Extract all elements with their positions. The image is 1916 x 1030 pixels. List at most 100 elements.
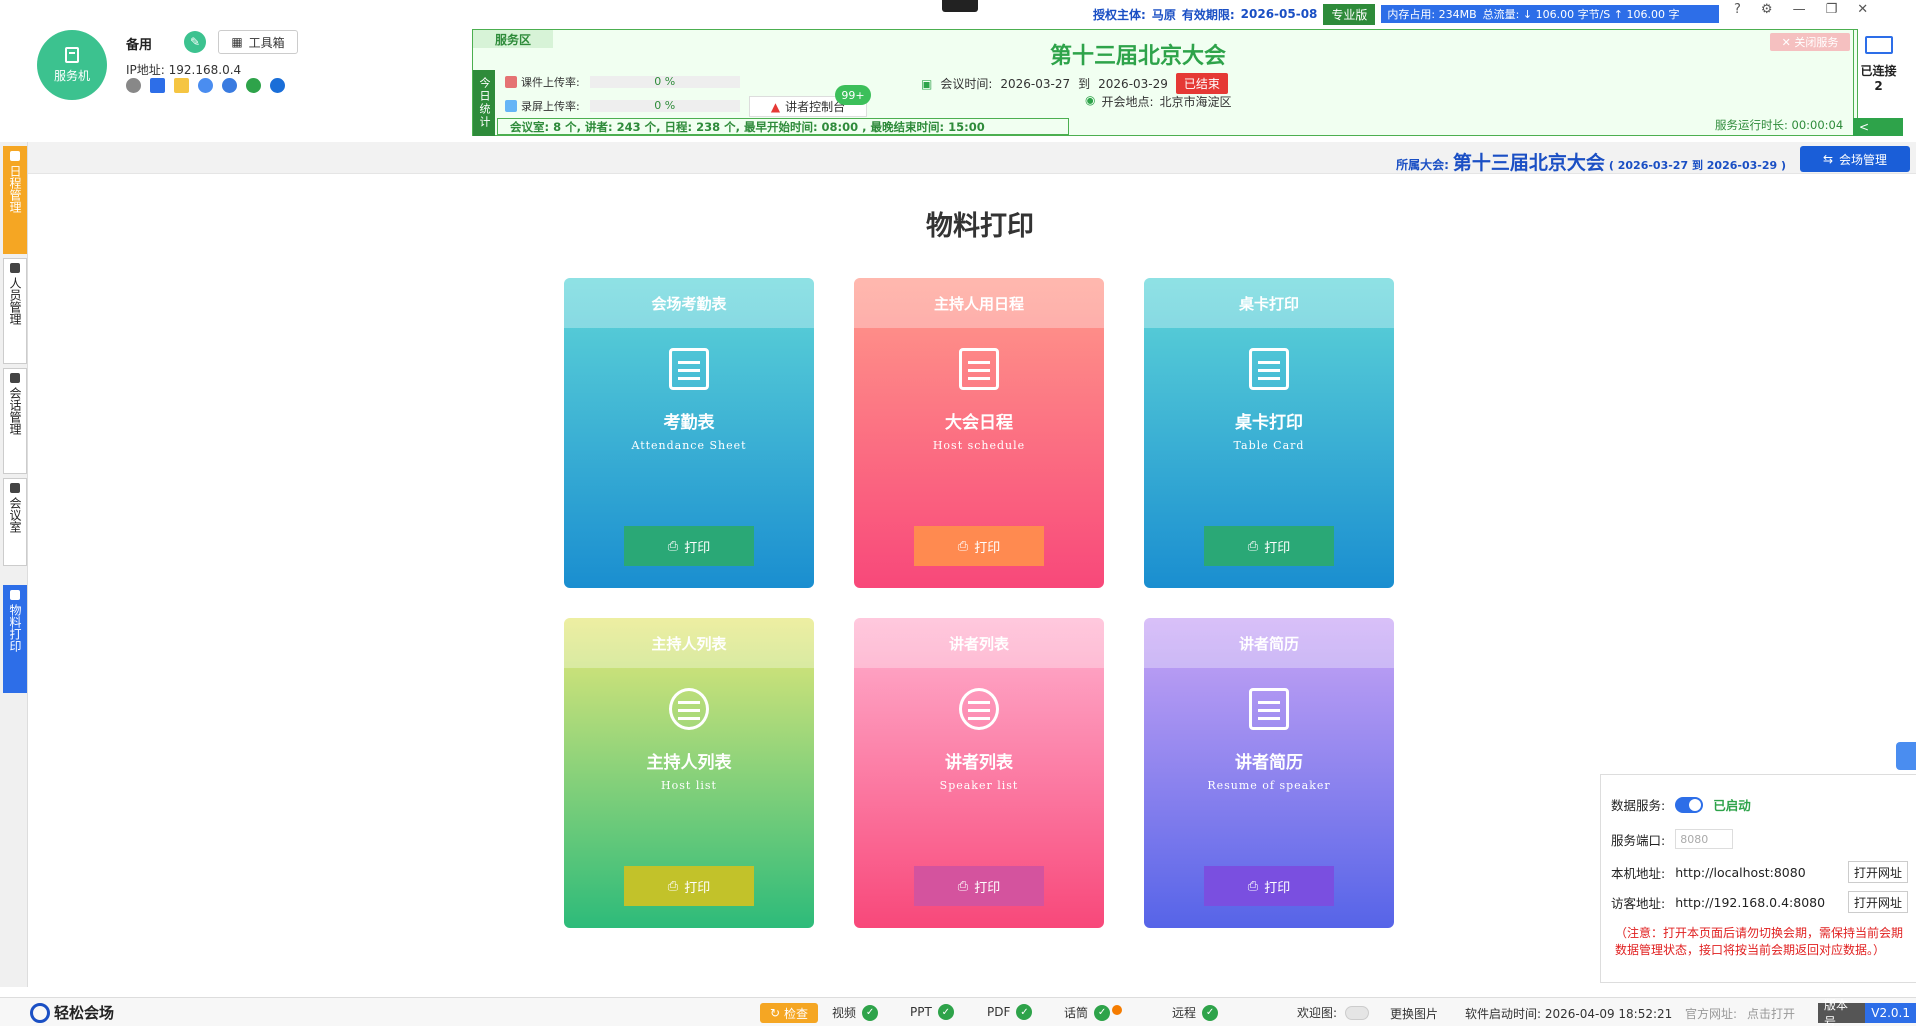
- restore-icon[interactable]: ❐: [1826, 2, 1838, 17]
- folder-icon[interactable]: [174, 78, 189, 93]
- card-subtitle: Attendance Sheet: [631, 439, 747, 452]
- status-label: PDF: [987, 1005, 1011, 1019]
- data-service-label: 数据服务:: [1611, 798, 1666, 813]
- mute-icon[interactable]: [126, 78, 141, 93]
- venue-management-label: 会场管理: [1839, 152, 1888, 167]
- edit-icon[interactable]: ✎: [184, 31, 206, 53]
- time-label: 会议时间:: [940, 77, 993, 91]
- brand-name: 轻松会场: [54, 1004, 115, 1022]
- page-title: 物料打印: [926, 211, 1034, 242]
- settings-icon[interactable]: ⚙: [1761, 2, 1773, 17]
- wechat-icon[interactable]: [246, 78, 261, 93]
- search-icon[interactable]: [270, 78, 285, 93]
- welcome-label: 欢迎图:: [1297, 1006, 1338, 1020]
- conference-bar: 所属大会: 第十三届北京大会 ( 2026-03-27 到 2026-03-29…: [28, 142, 1916, 174]
- status-microphone: 话筒 ✓: [1064, 1004, 1123, 1021]
- open-visitor-url-button[interactable]: 打开网址: [1848, 891, 1908, 913]
- globe-icon[interactable]: [222, 78, 237, 93]
- print-label: 打印: [1264, 540, 1291, 556]
- open-local-url-button[interactable]: 打开网址: [1848, 861, 1908, 883]
- help-icon[interactable]: ?: [1734, 2, 1741, 17]
- status-remote: 远程 ✓: [1172, 1004, 1219, 1021]
- calendar-icon: ▣: [921, 76, 933, 91]
- card-host-schedule: 主持人用日程 大会日程 Host schedule ⎙ 打印: [854, 278, 1104, 588]
- record-progress: 0 %: [589, 100, 740, 112]
- collapse-arrow-icon[interactable]: <: [1853, 118, 1903, 136]
- card-title: 主持人列表: [646, 753, 732, 773]
- check-button[interactable]: ↻ 检查: [760, 1003, 818, 1023]
- print-button[interactable]: ⎙ 打印: [624, 526, 754, 566]
- window-drag-handle[interactable]: [942, 0, 978, 12]
- check-icon: ✓: [937, 1004, 954, 1020]
- close-icon[interactable]: ✕: [1857, 2, 1868, 17]
- card-title: 考勤表: [663, 413, 715, 433]
- printer-icon: ⎙: [1247, 878, 1259, 894]
- visitor-address-row: 访客地址: http://192.168.0.4:8080: [1611, 893, 1825, 912]
- status-label: 视频: [832, 1006, 857, 1020]
- traffic: 总流量: ↓ 106.00 字节/S ↑ 106.00 字: [1482, 8, 1680, 21]
- card-header: 主持人用日程: [854, 278, 1104, 328]
- card-host-list: 主持人列表 主持人列表 Host list ⎙ 打印: [564, 618, 814, 928]
- table-card-icon: [1249, 348, 1289, 390]
- check-icon: ✓: [1094, 1004, 1111, 1021]
- service-runtime: 服务运行时长: 00:00:04: [1715, 118, 1844, 132]
- card-subtitle: Host list: [661, 779, 717, 792]
- print-button[interactable]: ⎙ 打印: [914, 526, 1044, 566]
- close-service-button[interactable]: ✕ 关闭服务: [1770, 33, 1850, 51]
- chat-icon: [10, 373, 20, 383]
- record-upload-label: 录屏上传率:: [521, 100, 580, 113]
- network-icon[interactable]: [198, 78, 213, 93]
- toolbox-label: 工具箱: [248, 35, 285, 50]
- panel-toggle-icon[interactable]: [1896, 742, 1916, 770]
- expiry-label: 有效期限:: [1181, 7, 1235, 22]
- print-label: 打印: [684, 540, 711, 556]
- print-label: 打印: [974, 540, 1001, 556]
- data-service-toggle[interactable]: [1675, 796, 1704, 813]
- version-badge: 版本号 V2.0.1: [1818, 998, 1916, 1029]
- conference-dates: ( 2026-03-27 到 2026-03-29 ): [1608, 159, 1786, 172]
- print-button[interactable]: ⎙ 打印: [914, 866, 1044, 906]
- document-icon: [959, 348, 999, 390]
- monitor-icon[interactable]: [150, 78, 165, 93]
- check-icon: ✓: [1202, 1004, 1219, 1021]
- card-table-card: 桌卡打印 桌卡打印 Table Card ⎙ 打印: [1144, 278, 1394, 588]
- port-input[interactable]: 8080: [1675, 829, 1734, 849]
- nav-session-management[interactable]: 会话管理: [3, 368, 27, 474]
- logo-icon: [30, 1002, 50, 1023]
- server-machine-button[interactable]: 服务机: [37, 30, 107, 100]
- courseware-progress: 0 %: [589, 76, 740, 88]
- change-image-button[interactable]: 更换图片: [1390, 1005, 1438, 1022]
- nav-people-management[interactable]: 人员管理: [3, 258, 27, 364]
- print-button[interactable]: ⎙ 打印: [1204, 866, 1334, 906]
- nav-meeting-room[interactable]: 会议室: [3, 478, 27, 566]
- ppt-icon: [505, 76, 517, 88]
- check-label: 检查: [783, 1006, 808, 1021]
- people-icon: [959, 688, 999, 730]
- service-zone: 服务区 今日统计 课件上传率: 0 % 录屏上传率: 0 % ▲ 讲者控制台 9…: [472, 29, 1903, 136]
- card-header: 讲者简历: [1144, 618, 1394, 668]
- today-stats-line: 会议室: 8 个, 讲者: 243 个, 日程: 238 个, 最早开始时间: …: [497, 118, 1069, 135]
- visitor-address-label: 访客地址:: [1611, 896, 1666, 911]
- status-video: 视频 ✓: [832, 1004, 879, 1021]
- resume-icon: [1249, 688, 1289, 730]
- nav-material-print[interactable]: 物料打印: [3, 585, 27, 693]
- laptop-icon: [1864, 36, 1893, 54]
- calendar-icon: [10, 151, 20, 161]
- toolbox-button[interactable]: ▦ 工具箱: [218, 30, 298, 54]
- node-name: 备用: [126, 38, 153, 53]
- minimize-icon[interactable]: —: [1793, 2, 1806, 17]
- refresh-icon: ↻: [770, 1006, 781, 1020]
- print-button[interactable]: ⎙ 打印: [1204, 526, 1334, 566]
- server-label: 服务机: [53, 68, 90, 83]
- print-label: 打印: [684, 880, 711, 896]
- card-title: 讲者列表: [945, 753, 1013, 773]
- video-icon: [505, 100, 517, 112]
- record-upload: 录屏上传率: 0 %: [505, 98, 740, 114]
- courseware-upload: 课件上传率: 0 %: [505, 74, 740, 90]
- venue-management-button[interactable]: ⇆ 会场管理: [1800, 146, 1910, 172]
- official-site-link[interactable]: 点击打开: [1747, 1005, 1795, 1022]
- status-pdf: PDF ✓: [987, 1004, 1033, 1020]
- print-button[interactable]: ⎙ 打印: [624, 866, 754, 906]
- welcome-switch[interactable]: [1345, 1005, 1370, 1020]
- ended-badge: 已结束: [1175, 73, 1228, 94]
